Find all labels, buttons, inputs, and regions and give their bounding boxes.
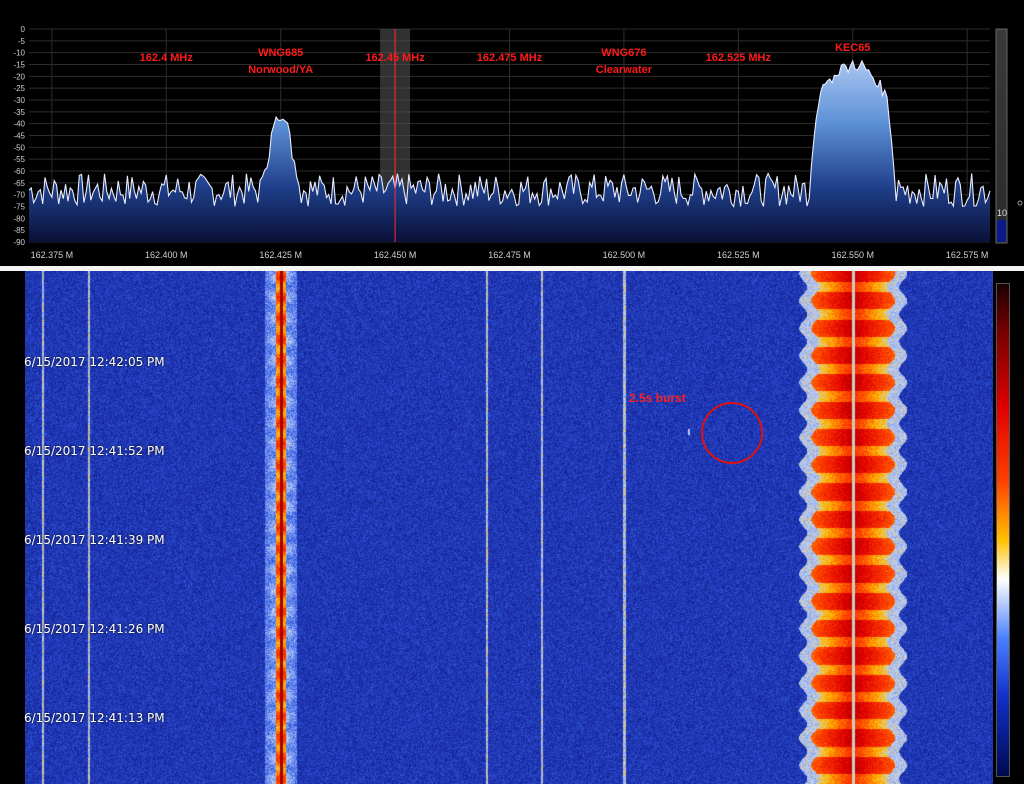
db-tick-label: -90 xyxy=(13,238,25,247)
station-annotation: 162.525 MHz xyxy=(706,52,772,64)
db-tick-label: -20 xyxy=(13,72,25,81)
db-tick-label: -25 xyxy=(13,84,25,93)
freq-tick-label: 162.425 M xyxy=(259,250,302,260)
db-tick-label: -60 xyxy=(13,167,25,176)
freq-tick-label: 162.400 M xyxy=(145,250,188,260)
timestamp-label: 6/15/2017 12:41:26 PM xyxy=(24,622,165,636)
bottom-strip xyxy=(0,784,1024,788)
station-annotation: 162.475 MHz xyxy=(477,52,543,64)
db-tick-label: -65 xyxy=(13,179,25,188)
db-tick-label: -80 xyxy=(13,214,25,223)
station-annotation-sub: Norwood/YA xyxy=(248,64,313,76)
station-annotation: WNG685 xyxy=(258,47,303,59)
station-annotation: 162.4 MHz xyxy=(140,52,194,64)
burst-annotation: 2.5s burst xyxy=(629,391,686,405)
db-tick-label: -5 xyxy=(18,37,26,46)
burst-circle-marker xyxy=(701,402,763,464)
spectrum-panel: 0 -5 -10 -15 -20 -25 -30 -35 -40 -45 -50 -55 -60 -65 -… xyxy=(0,0,1024,266)
db-tick-label: -55 xyxy=(13,155,25,164)
db-tick-label: -35 xyxy=(13,108,25,117)
db-tick-label: -30 xyxy=(13,96,25,105)
db-tick-label: -15 xyxy=(13,61,25,70)
db-tick-label: -50 xyxy=(13,143,25,152)
waterfall-overlay xyxy=(701,402,763,464)
db-tick-label: -45 xyxy=(13,132,25,141)
station-annotation: 162.45 MHz xyxy=(365,52,425,64)
gain-slider-fill xyxy=(997,220,1006,242)
timestamp-label: 6/15/2017 12:41:39 PM xyxy=(24,533,165,547)
db-tick-label: -75 xyxy=(13,203,25,212)
timestamp-label: 6/15/2017 12:41:52 PM xyxy=(24,444,165,458)
station-annotation-sub: Clearwater xyxy=(596,64,653,76)
spectrum-plot: 0 -5 -10 -15 -20 -25 -30 -35 -40 -45 -50 -55 -60 -65 -… xyxy=(13,25,1023,260)
timestamp-label: 6/15/2017 12:42:05 PM xyxy=(24,355,165,369)
freq-tick-label: 162.525 M xyxy=(717,250,760,260)
db-tick-label: -10 xyxy=(13,49,25,58)
freq-tick-label: 162.475 M xyxy=(488,250,531,260)
freq-tick-label: 162.550 M xyxy=(831,250,874,260)
freq-tick-label: 162.375 M xyxy=(31,250,74,260)
db-tick-label: -40 xyxy=(13,120,25,129)
db-tick-label: -85 xyxy=(13,226,25,235)
timestamp-label: 6/15/2017 12:41:13 PM xyxy=(24,711,165,725)
db-tick-label: 0 xyxy=(21,25,26,34)
panel-handle-icon xyxy=(1017,200,1023,206)
freq-tick-label: 162.450 M xyxy=(374,250,417,260)
station-annotation: KEC65 xyxy=(835,42,870,54)
gain-readout: 10 xyxy=(997,208,1007,218)
freq-tick-label: 162.500 M xyxy=(603,250,646,260)
freq-tick-label: 162.575 M xyxy=(946,250,989,260)
db-tick-label: -70 xyxy=(13,191,25,200)
station-annotation: WNG676 xyxy=(601,47,646,59)
waterfall-panel: 6/15/2017 12:42:05 PM 6/15/2017 12:41:52… xyxy=(0,271,1024,784)
